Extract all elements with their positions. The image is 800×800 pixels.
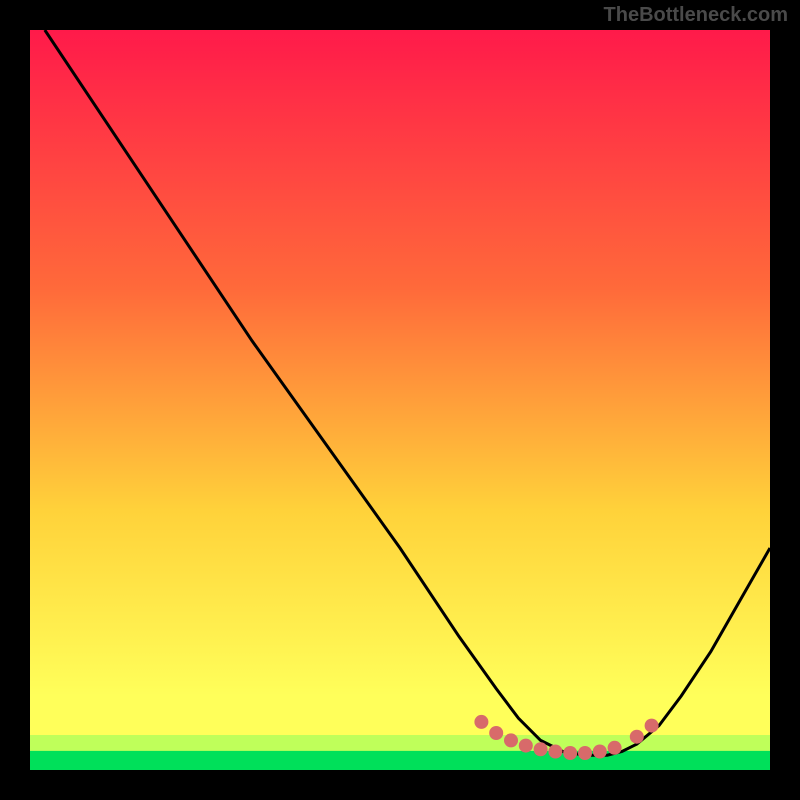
marker-dot xyxy=(548,745,562,759)
marker-dot xyxy=(645,719,659,733)
watermark-text: TheBottleneck.com xyxy=(604,4,788,27)
marker-dot xyxy=(534,742,548,756)
marker-dot xyxy=(519,739,533,753)
marker-dot xyxy=(578,746,592,760)
marker-dot xyxy=(489,726,503,740)
green-fade xyxy=(30,735,770,751)
marker-dot xyxy=(593,745,607,759)
marker-dot xyxy=(630,730,644,744)
marker-dot xyxy=(608,741,622,755)
chart-svg xyxy=(30,30,770,770)
marker-dot xyxy=(563,746,577,760)
marker-dot xyxy=(504,733,518,747)
chart-frame: TheBottleneck.com xyxy=(0,0,800,800)
plot-area xyxy=(30,30,770,770)
green-band xyxy=(30,750,770,770)
gradient-background xyxy=(30,30,770,770)
marker-dot xyxy=(474,715,488,729)
